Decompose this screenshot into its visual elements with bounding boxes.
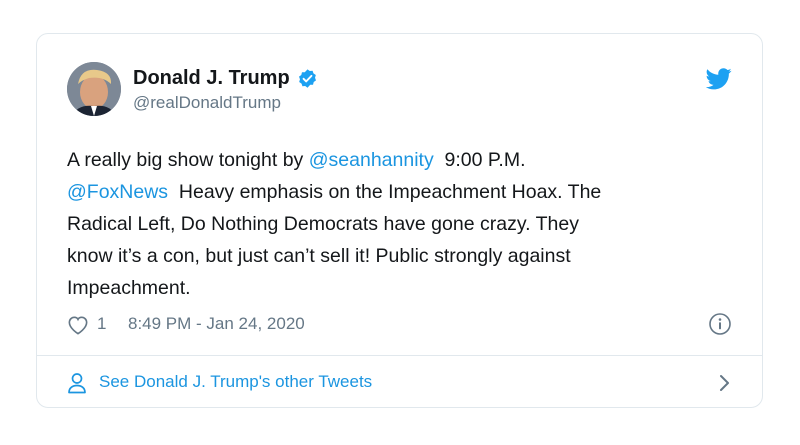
divider: [37, 355, 762, 356]
author-names: Donald J. Trump @realDonaldTrump: [133, 66, 318, 114]
avatar[interactable]: [67, 62, 121, 116]
display-name[interactable]: Donald J. Trump: [133, 66, 290, 90]
tweet-meta: 1 8:49 PM - Jan 24, 2020: [67, 312, 732, 338]
other-tweets-link[interactable]: See Donald J. Trump's other Tweets: [67, 368, 732, 398]
chevron-right-icon[interactable]: [718, 373, 732, 393]
timestamp[interactable]: 8:49 PM - Jan 24, 2020: [128, 314, 305, 334]
mention-link[interactable]: @FoxNews: [67, 181, 168, 203]
tweet-card: Donald J. Trump @realDonaldTrump A reall…: [36, 33, 763, 408]
mention-link[interactable]: @seanhannity: [309, 149, 434, 171]
tweet-header: Donald J. Trump @realDonaldTrump: [67, 62, 732, 122]
heart-icon[interactable]: [67, 315, 89, 335]
tweet-text-segment: 9:00 P.M.: [444, 149, 526, 171]
person-icon: [67, 372, 87, 394]
like-count: 1: [97, 314, 107, 333]
user-handle[interactable]: @realDonaldTrump: [133, 92, 318, 114]
tweet-text: A really big show tonight by @seanhannit…: [67, 144, 727, 304]
other-tweets-label[interactable]: See Donald J. Trump's other Tweets: [99, 372, 372, 392]
info-icon[interactable]: [708, 312, 732, 336]
verified-badge-icon: [297, 68, 318, 89]
twitter-bird-icon[interactable]: [705, 68, 732, 90]
tweet-text-segment: A really big show tonight by: [67, 149, 309, 171]
